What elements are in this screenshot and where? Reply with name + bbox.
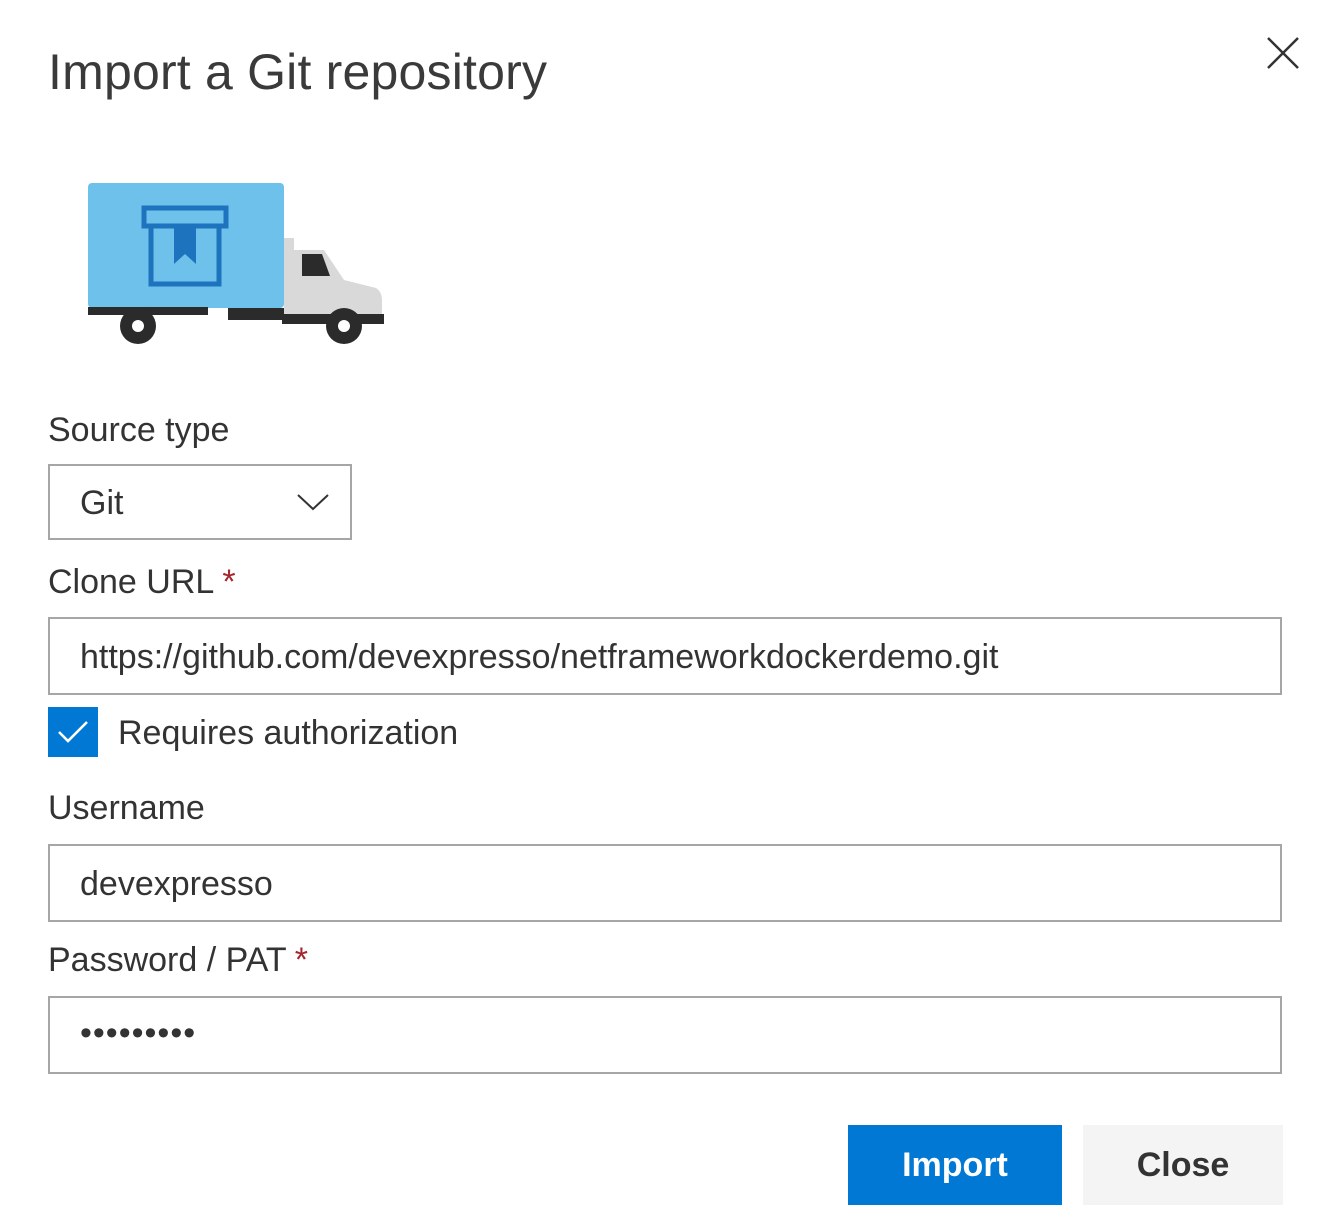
username-input[interactable]: devexpresso bbox=[48, 844, 1282, 922]
import-repository-dialog: Import a Git repository Source type Git … bbox=[0, 0, 1332, 1226]
requires-authorization-label: Requires authorization bbox=[118, 714, 459, 752]
close-button[interactable]: Close bbox=[1083, 1125, 1283, 1205]
password-label: Password / PAT * bbox=[48, 938, 308, 982]
source-type-value: Git bbox=[80, 484, 124, 522]
clone-url-label: Clone URL * bbox=[48, 560, 236, 604]
source-type-dropdown[interactable]: Git bbox=[48, 464, 352, 540]
truck-with-repository-icon bbox=[86, 180, 386, 345]
username-value: devexpresso bbox=[80, 865, 273, 903]
source-type-label: Source type bbox=[48, 411, 230, 449]
password-input[interactable]: ••••••••• bbox=[48, 996, 1282, 1074]
clone-url-value: https://github.com/devexpresso/netframew… bbox=[80, 638, 999, 676]
clone-url-input[interactable]: https://github.com/devexpresso/netframew… bbox=[48, 617, 1282, 695]
required-marker: * bbox=[294, 941, 308, 979]
password-label-text: Password / PAT bbox=[48, 941, 287, 979]
required-marker: * bbox=[222, 563, 236, 601]
close-icon[interactable] bbox=[1262, 32, 1304, 74]
password-value: ••••••••• bbox=[80, 1014, 197, 1052]
dialog-title: Import a Git repository bbox=[48, 44, 548, 100]
chevron-down-icon bbox=[296, 492, 330, 512]
import-button[interactable]: Import bbox=[848, 1125, 1062, 1205]
checkbox-box[interactable] bbox=[48, 707, 98, 757]
clone-url-label-text: Clone URL bbox=[48, 563, 215, 601]
checkmark-icon bbox=[58, 721, 88, 743]
username-label: Username bbox=[48, 789, 205, 827]
